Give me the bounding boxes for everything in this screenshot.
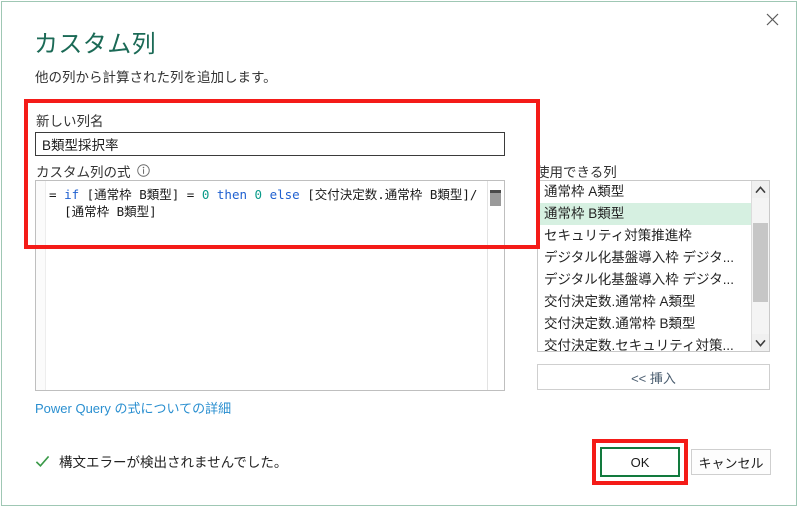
info-circle-icon[interactable] <box>137 164 150 177</box>
columns-scrollbar[interactable] <box>751 181 769 351</box>
formula-token-4 <box>209 187 217 202</box>
available-columns-list[interactable]: 通常枠 A類型通常枠 B類型セキュリティ対策推進枠デジタル化基盤導入枠 デジタ.… <box>538 181 752 352</box>
close-icon <box>766 13 779 26</box>
columns-scrollbar-thumb[interactable] <box>753 223 768 302</box>
formula-text[interactable]: = if [通常枠 B類型] = 0 then 0 else [交付決定数.通常… <box>49 186 482 220</box>
formula-gutter <box>36 181 46 390</box>
page-title: カスタム列 <box>34 24 156 59</box>
list-item[interactable]: 通常枠 A類型 <box>538 181 752 203</box>
power-query-help-link[interactable]: Power Query の式についての詳細 <box>35 398 231 417</box>
formula-token-7: 0 <box>255 187 263 202</box>
checkmark-icon <box>35 454 50 469</box>
formula-token-8 <box>262 187 270 202</box>
list-item[interactable]: デジタル化基盤導入枠 デジタ... <box>538 269 752 291</box>
available-columns-label: 使用できる列 <box>536 161 617 181</box>
available-columns-listbox[interactable]: 通常枠 A類型通常枠 B類型セキュリティ対策推進枠デジタル化基盤導入枠 デジタ.… <box>537 180 770 352</box>
list-item[interactable]: 交付決定数.通常枠 B類型 <box>538 313 752 335</box>
new-column-name-input[interactable] <box>35 132 505 156</box>
formula-token-1: if <box>64 187 79 202</box>
list-item[interactable]: 通常枠 B類型 <box>538 203 752 225</box>
chevron-down-icon <box>755 339 766 347</box>
status-text: 構文エラーが検出されませんでした。 <box>59 451 287 471</box>
formula-scrollbar-thumb[interactable] <box>490 190 501 206</box>
new-column-name-label: 新しい列名 <box>36 110 104 130</box>
insert-button[interactable]: << 挿入 <box>537 364 770 390</box>
formula-scrollbar[interactable] <box>487 181 504 390</box>
formula-token-6 <box>247 187 255 202</box>
formula-token-2: [通常枠 B類型] = <box>79 187 202 202</box>
dialog-subtitle: 他の列から計算された列を追加します。 <box>35 66 277 86</box>
list-item[interactable]: デジタル化基盤導入枠 デジタ... <box>538 247 752 269</box>
scroll-up-button[interactable] <box>752 181 769 198</box>
formula-token-9: else <box>270 187 300 202</box>
scroll-down-button[interactable] <box>752 334 769 351</box>
close-button[interactable] <box>750 4 794 34</box>
ok-button[interactable]: OK <box>600 447 680 477</box>
custom-column-formula-label: カスタム列の式 <box>36 161 131 181</box>
list-item[interactable]: 交付決定数.通常枠 A類型 <box>538 291 752 313</box>
syntax-status: 構文エラーが検出されませんでした。 <box>35 451 287 471</box>
formula-editor[interactable]: = if [通常枠 B類型] = 0 then 0 else [交付決定数.通常… <box>35 180 505 391</box>
formula-token-0: = <box>49 187 64 202</box>
list-item[interactable]: 交付決定数.セキュリティ対策... <box>538 335 752 352</box>
cancel-button[interactable]: キャンセル <box>691 449 771 475</box>
list-item[interactable]: セキュリティ対策推進枠 <box>538 225 752 247</box>
formula-token-5: then <box>217 187 247 202</box>
custom-column-dialog: カスタム列 他の列から計算された列を追加します。 新しい列名 カスタム列の式 =… <box>1 1 797 506</box>
chevron-up-icon <box>755 186 766 194</box>
